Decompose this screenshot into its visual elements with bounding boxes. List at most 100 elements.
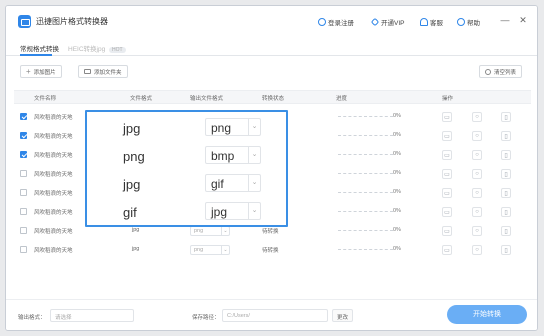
- row-progress-percent: 0%: [393, 246, 401, 252]
- start-convert-button[interactable]: 开始转换: [447, 305, 527, 324]
- close-button[interactable]: ✕: [518, 15, 528, 26]
- row-checkbox[interactable]: [20, 189, 27, 196]
- preview-icon[interactable]: ○: [472, 150, 482, 160]
- add-folder-label: 添加文件夹: [94, 69, 122, 76]
- row-progress-percent: 0%: [393, 208, 401, 214]
- highlight-row: png bmp ⌄: [87, 142, 286, 170]
- highlight-source-format: jpg: [123, 121, 141, 136]
- service-button[interactable]: 客服: [420, 17, 443, 27]
- open-folder-icon[interactable]: ▭: [442, 112, 452, 122]
- row-status: 待转换: [262, 229, 279, 235]
- tab-heic-label: HEIC转换jpg: [68, 46, 106, 53]
- row-checkbox[interactable]: [20, 170, 27, 177]
- row-filename: 风吹稻浪的天地: [34, 172, 73, 178]
- preview-icon[interactable]: ○: [472, 169, 482, 179]
- row-filename: 风吹稻浪的天地: [34, 134, 73, 140]
- delete-icon[interactable]: ▯: [501, 169, 511, 179]
- chevron-down-icon: ⌄: [248, 119, 260, 135]
- minimize-button[interactable]: —: [500, 15, 510, 25]
- service-label: 客服: [430, 20, 443, 27]
- open-folder-icon[interactable]: ▭: [442, 245, 452, 255]
- row-output-select[interactable]: png ⌄: [190, 245, 230, 255]
- help-button[interactable]: 帮助: [457, 17, 480, 27]
- row-checkbox[interactable]: [20, 151, 27, 158]
- row-progress-percent: 0%: [393, 113, 401, 119]
- preview-icon[interactable]: ○: [472, 226, 482, 236]
- highlight-output-select[interactable]: jpg ⌄: [205, 202, 261, 220]
- open-folder-icon[interactable]: ▭: [442, 226, 452, 236]
- open-folder-icon[interactable]: ▭: [442, 188, 452, 198]
- delete-icon[interactable]: ▯: [501, 207, 511, 217]
- change-path-button[interactable]: 更改: [332, 309, 354, 322]
- active-tab-indicator: [20, 54, 52, 56]
- open-folder-icon[interactable]: ▭: [442, 131, 452, 141]
- open-folder-icon[interactable]: ▭: [442, 150, 452, 160]
- open-folder-icon[interactable]: ▭: [442, 207, 452, 217]
- row-output-select[interactable]: png ⌄: [190, 226, 230, 236]
- table-header: 文件名称 文件格式 输出文件格式 转换状态 进度 操作: [14, 90, 531, 104]
- row-status: 待转换: [262, 248, 279, 254]
- row-progress-bar: [338, 192, 393, 193]
- row-checkbox[interactable]: [20, 208, 27, 215]
- row-progress-bar: [338, 211, 393, 212]
- row-filename: 风吹稻浪的天地: [34, 115, 73, 121]
- delete-icon[interactable]: ▯: [501, 131, 511, 141]
- row-progress-percent: 0%: [393, 132, 401, 138]
- row-progress-percent: 0%: [393, 189, 401, 195]
- user-icon: [318, 18, 326, 26]
- row-format: jpg: [132, 227, 140, 233]
- preview-icon[interactable]: ○: [472, 245, 482, 255]
- login-button[interactable]: 登录注册: [318, 17, 354, 27]
- row-checkbox[interactable]: [20, 246, 27, 253]
- preview-icon[interactable]: ○: [472, 207, 482, 217]
- preview-icon[interactable]: ○: [472, 188, 482, 198]
- hot-badge: HOT: [109, 47, 126, 53]
- clear-list-label: 清空列表: [494, 69, 517, 76]
- chevron-down-icon: ⌄: [248, 147, 260, 163]
- preview-icon[interactable]: ○: [472, 112, 482, 122]
- highlight-output-select[interactable]: gif ⌄: [205, 174, 261, 192]
- clear-icon: [485, 68, 491, 75]
- row-progress-bar: [338, 173, 393, 174]
- row-output-value: png: [194, 247, 204, 253]
- format-highlight-box: jpg png ⌄ png bmp ⌄ jpg gif ⌄ gif jpg ⌄: [85, 110, 288, 227]
- tab-general-convert[interactable]: 常规格式转换: [20, 43, 59, 53]
- highlight-output-value: jpg: [211, 205, 228, 219]
- header-filename: 文件名称: [34, 96, 57, 102]
- row-filename: 风吹稻浪的天地: [34, 248, 73, 254]
- delete-icon[interactable]: ▯: [501, 188, 511, 198]
- delete-icon[interactable]: ▯: [501, 150, 511, 160]
- row-progress-bar: [338, 135, 393, 136]
- header-actions: 操作: [442, 96, 454, 102]
- row-filename: 风吹稻浪的天地: [34, 153, 73, 159]
- headset-icon: [420, 18, 428, 26]
- row-progress-percent: 0%: [393, 227, 401, 233]
- highlight-source-format: jpg: [123, 177, 141, 192]
- row-filename: 风吹稻浪的天地: [34, 229, 73, 235]
- row-checkbox[interactable]: [20, 132, 27, 139]
- delete-icon[interactable]: ▯: [501, 226, 511, 236]
- output-format-select[interactable]: 请选择: [50, 309, 134, 322]
- row-checkbox[interactable]: [20, 227, 27, 234]
- tab-heic-convert[interactable]: HEIC转换jpg HOT: [68, 43, 126, 53]
- vip-label: 开通VIP: [381, 20, 405, 27]
- add-folder-button[interactable]: 添加文件夹: [78, 65, 128, 78]
- diamond-icon: [370, 17, 380, 27]
- highlight-row: jpg png ⌄: [87, 114, 286, 142]
- header-progress: 进度: [336, 96, 348, 102]
- chevron-down-icon: ⌄: [248, 203, 260, 219]
- save-path-input[interactable]: C:/Users/: [222, 309, 328, 322]
- output-format-label: 输出格式：: [18, 315, 46, 321]
- preview-icon[interactable]: ○: [472, 131, 482, 141]
- vip-button[interactable]: 开通VIP: [370, 17, 405, 27]
- app-logo-icon: [18, 15, 31, 28]
- clear-list-button[interactable]: 清空列表: [479, 65, 523, 78]
- delete-icon[interactable]: ▯: [501, 245, 511, 255]
- open-folder-icon[interactable]: ▭: [442, 169, 452, 179]
- row-checkbox[interactable]: [20, 113, 27, 120]
- highlight-row: jpg gif ⌄: [87, 170, 286, 198]
- add-image-button[interactable]: + 添加图片: [20, 65, 62, 78]
- highlight-output-select[interactable]: bmp ⌄: [205, 146, 261, 164]
- delete-icon[interactable]: ▯: [501, 112, 511, 122]
- highlight-output-select[interactable]: png ⌄: [205, 118, 261, 136]
